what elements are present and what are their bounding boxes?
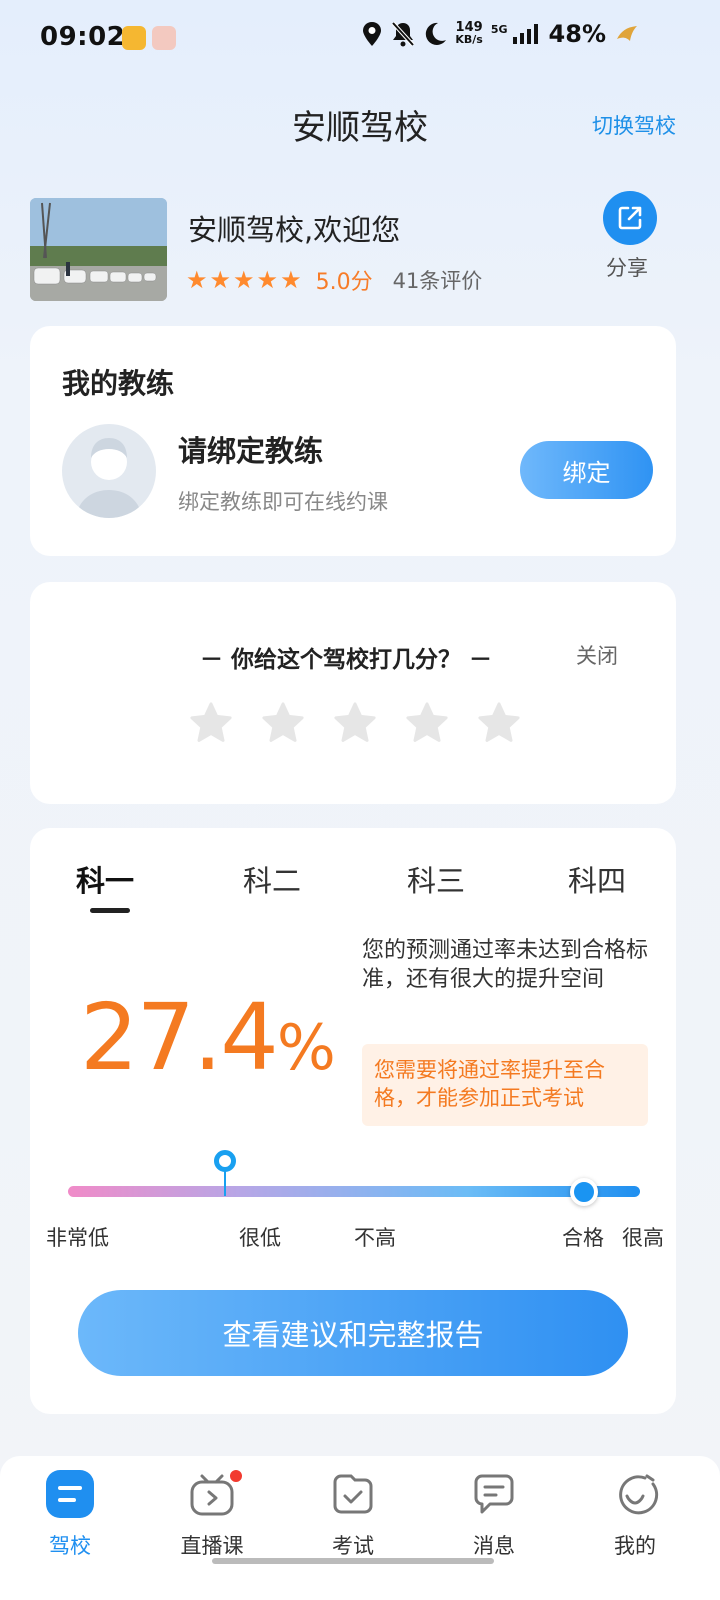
signal-icon <box>512 24 538 44</box>
view-report-button[interactable]: 查看建议和完整报告 <box>78 1290 628 1376</box>
app-notification-icon <box>122 26 146 50</box>
bind-coach-subtitle: 绑定教练即可在线约课 <box>178 490 388 514</box>
nav-item-exam[interactable]: 考试 <box>303 1470 403 1560</box>
app-notification-icon <box>152 26 176 50</box>
share-icon <box>618 206 642 230</box>
pass-rate-unit: % <box>276 1011 336 1084</box>
tab-subject-2[interactable]: 科二 <box>243 858 301 900</box>
school-icon <box>46 1470 94 1518</box>
rating-stars <box>188 700 522 746</box>
share-button[interactable] <box>603 191 657 245</box>
notification-badge <box>228 1468 244 1484</box>
level-pass: 合格 <box>562 1226 604 1250</box>
pass-rate-message: 您的预测通过率未达到合格标准，还有很大的提升空间 <box>362 938 649 992</box>
pass-rate-scale-bar <box>68 1186 640 1197</box>
level-very-low: 非常低 <box>46 1226 109 1250</box>
current-rate-marker-stem <box>224 1170 226 1196</box>
rate-star-1-icon[interactable] <box>188 700 234 746</box>
pass-threshold-marker <box>570 1178 598 1206</box>
pass-rate-note: 您需要将通过率提升至合格，才能参加正式考试 <box>362 1044 648 1126</box>
rate-star-3-icon[interactable] <box>332 700 378 746</box>
coach-card: 我的教练 请绑定教练 绑定教练即可在线约课 绑定 <box>30 326 676 556</box>
level-low: 很低 <box>239 1226 281 1250</box>
status-time: 09:02 <box>40 22 126 52</box>
pass-rate-value: 27.4 <box>80 984 279 1091</box>
coach-avatar <box>62 424 156 518</box>
review-count-link[interactable]: 41条评价 <box>393 265 483 295</box>
share-label: 分享 <box>606 256 648 280</box>
profile-icon <box>619 1474 659 1515</box>
rate-star-2-icon[interactable] <box>260 700 306 746</box>
net-speed-unit: KB/s <box>455 33 483 46</box>
star-icon: ★ <box>256 266 279 294</box>
nav-label-messages: 消息 <box>473 1534 515 1558</box>
close-rating-button[interactable]: 关闭 <box>576 640 618 670</box>
status-bar: 09:02 149 KB/s 5G 48% <box>0 0 720 76</box>
nav-item-profile[interactable]: 我的 <box>585 1470 685 1560</box>
nav-item-live[interactable]: 直播课 <box>162 1468 262 1560</box>
nav-label-profile: 我的 <box>614 1534 656 1558</box>
star-icon: ★ <box>186 266 208 294</box>
level-not-high: 不高 <box>354 1226 396 1250</box>
active-tab-indicator <box>90 908 130 913</box>
bind-coach-button[interactable]: 绑定 <box>520 441 653 499</box>
nav-item-messages[interactable]: 消息 <box>444 1470 544 1560</box>
current-rate-marker <box>214 1150 236 1172</box>
bottom-nav: 驾校 直播课 考试 消息 我的 <box>0 1456 720 1600</box>
battery-saver-icon <box>617 26 637 41</box>
level-very-high: 很高 <box>622 1226 664 1250</box>
nav-label-school: 驾校 <box>49 1534 91 1558</box>
status-icons: 149 KB/s 5G 48% <box>361 20 640 48</box>
avatar-placeholder-icon <box>76 438 142 518</box>
star-icon: ★ <box>209 266 232 294</box>
tab-subject-4[interactable]: 科四 <box>568 858 626 900</box>
rate-question: － 你给这个驾校打几分？ － <box>200 647 493 673</box>
message-icon <box>474 1474 514 1514</box>
rate-school-card: － 你给这个驾校打几分？ － 关闭 <box>30 582 676 804</box>
switch-school-button[interactable]: 切换驾校 <box>592 110 676 140</box>
nav-label-live: 直播课 <box>180 1534 244 1558</box>
star-icon: ★ <box>233 266 255 294</box>
nav-item-school[interactable]: 驾校 <box>20 1470 120 1560</box>
home-indicator[interactable] <box>212 1558 494 1564</box>
rate-star-5-icon[interactable] <box>476 700 522 746</box>
bind-coach-title: 请绑定教练 <box>178 434 324 468</box>
battery-percent: 48% <box>548 20 606 48</box>
location-icon <box>363 22 382 46</box>
tab-subject-1[interactable]: 科一 <box>76 858 134 900</box>
star-icon: ★ <box>280 266 302 294</box>
network-type: 5G <box>490 23 508 36</box>
exam-icon <box>333 1474 373 1514</box>
coach-section-title: 我的教练 <box>62 367 175 400</box>
nav-label-exam: 考试 <box>332 1534 374 1558</box>
school-photo-image <box>30 198 167 301</box>
school-photo[interactable] <box>30 198 167 301</box>
rate-star-4-icon[interactable] <box>404 700 450 746</box>
pass-rate: 27.4% <box>80 984 336 1091</box>
bell-off-icon <box>391 21 415 47</box>
school-welcome: 安顺驾校,欢迎您 <box>188 213 401 247</box>
school-rating: ★ ★ ★ ★ ★ 5.0分 41条评价 <box>186 264 482 296</box>
tab-subject-3[interactable]: 科三 <box>407 858 465 900</box>
exam-pass-rate-card: 科一 科二 科三 科四 27.4% 您的预测通过率未达到合格标准，还有很大的提升… <box>30 828 676 1414</box>
moon-icon <box>426 22 447 45</box>
rating-score: 5.0分 <box>315 270 373 295</box>
